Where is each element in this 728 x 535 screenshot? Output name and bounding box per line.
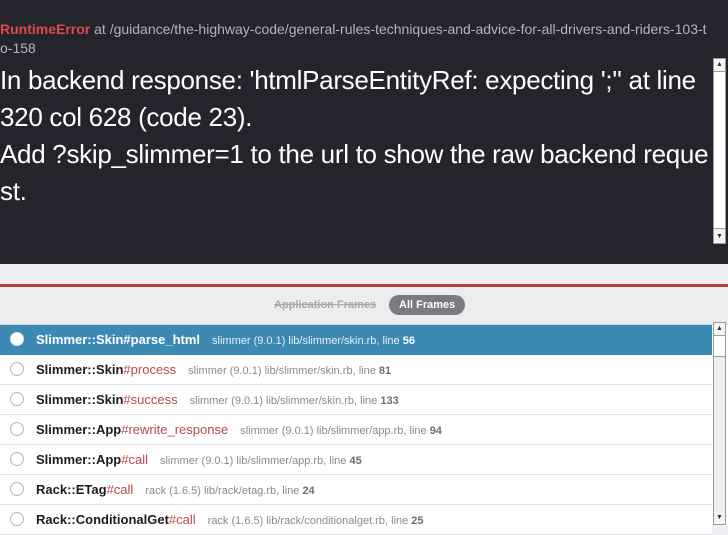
frame-line-number: 56	[402, 335, 415, 347]
frame-class: Slimmer::Skin	[36, 362, 124, 377]
frame-class: Slimmer::App	[36, 452, 122, 467]
frames-scrollbar[interactable]: ▲ ▼	[713, 322, 726, 525]
frame-class: Rack::ETag	[36, 482, 107, 497]
frame-name: Rack::ETag#call rack (1.6.5) lib/rack/eta…	[36, 482, 315, 497]
frame-location: slimmer (9.0.1) lib/slimmer/skin.rb, lin…	[188, 365, 391, 377]
frame-file: slimmer (9.0.1) lib/slimmer/app.rb, line	[159, 455, 350, 467]
frame-row[interactable]: Slimmer::App#call slimmer (9.0.1) lib/sli…	[0, 445, 712, 475]
frame-row[interactable]: Slimmer::Skin#process slimmer (9.0.1) lib…	[0, 355, 712, 385]
frame-class: Slimmer::App	[36, 422, 122, 437]
frame-file: slimmer (9.0.1) lib/slimmer/skin.rb, lin…	[188, 365, 379, 377]
frame-row[interactable]: Slimmer::App#rewrite_response slimmer (9.…	[0, 415, 712, 445]
error-header: RuntimeError at /guidance/the-highway-co…	[0, 0, 728, 264]
frame-method: #parse_html	[123, 332, 201, 347]
radio-circle-icon[interactable]	[10, 332, 24, 346]
frame-location: slimmer (9.0.1) lib/slimmer/app.rb, line…	[160, 455, 362, 467]
frame-location: rack (1.6.5) lib/rack/etag.rb, line 24	[145, 485, 314, 497]
error-path: at /guidance/the-highway-code/general-ru…	[0, 21, 707, 56]
radio-circle-icon[interactable]	[10, 362, 24, 376]
frame-method: #call	[121, 452, 148, 467]
error-message[interactable]: In backend response: 'htmlParseEntityRef…	[0, 62, 710, 210]
frame-class: Slimmer::Skin	[36, 332, 124, 347]
frame-name: Slimmer::Skin#parse_html slimmer (9.0.1) …	[36, 332, 415, 347]
frame-file: slimmer (9.0.1) lib/slimmer/skin.rb, lin…	[212, 335, 403, 347]
radio-circle-icon[interactable]	[10, 482, 24, 496]
frame-line-number: 24	[302, 485, 315, 497]
frame-method: #rewrite_response	[121, 422, 229, 437]
frame-file: slimmer (9.0.1) lib/slimmer/skin.rb, lin…	[189, 395, 381, 407]
radio-circle-icon[interactable]	[10, 512, 24, 526]
error-message-line-1: In backend response: 'htmlParseEntityRef…	[0, 65, 696, 132]
frame-name: Slimmer::Skin#process slimmer (9.0.1) lib…	[36, 362, 391, 377]
frame-file: rack (1.6.5) lib/rack/etag.rb, line	[145, 485, 303, 497]
message-scrollbar[interactable]: ▲ ▼	[713, 58, 726, 244]
frame-line-number: 81	[378, 365, 392, 377]
frame-name: Slimmer::App#call slimmer (9.0.1) lib/sli…	[36, 452, 362, 467]
frame-line-number: 25	[411, 515, 424, 527]
frames-panel: Application Frames All Frames Slimmer::S…	[0, 284, 728, 535]
down-arrow-icon[interactable]: ▼	[714, 512, 725, 524]
radio-circle-icon[interactable]	[10, 422, 24, 436]
frame-row[interactable]: Slimmer::Skin#parse_html slimmer (9.0.1) …	[0, 325, 712, 355]
frame-file: rack (1.6.5) lib/rack/conditionalget.rb,…	[207, 515, 412, 527]
frame-method: #process	[123, 362, 177, 377]
application-frames-filter[interactable]: Application Frames	[274, 299, 376, 311]
up-arrow-icon[interactable]: ▲	[714, 59, 725, 71]
error-type: RuntimeError	[0, 21, 91, 37]
down-arrow-icon[interactable]: ▼	[714, 231, 725, 243]
frame-location: slimmer (9.0.1) lib/slimmer/skin.rb, lin…	[212, 335, 415, 347]
frame-line-number: 94	[429, 425, 442, 437]
message-scrollbar-thumb[interactable]	[714, 71, 725, 229]
up-arrow-icon[interactable]: ▲	[714, 323, 725, 335]
frame-line-number: 133	[380, 395, 399, 407]
frame-line-number: 45	[349, 455, 362, 467]
frame-method: #success	[123, 392, 178, 407]
error-location-line: RuntimeError at /guidance/the-highway-co…	[0, 20, 710, 58]
frame-name: Slimmer::App#rewrite_response slimmer (9.…	[36, 422, 442, 437]
frame-filter-bar: Application Frames All Frames	[0, 287, 728, 325]
frame-location: rack (1.6.5) lib/rack/conditionalget.rb,…	[208, 515, 424, 527]
all-frames-filter[interactable]: All Frames	[389, 295, 466, 315]
frame-row[interactable]: Slimmer::Skin#success slimmer (9.0.1) lib…	[0, 385, 712, 415]
frame-location: slimmer (9.0.1) lib/slimmer/app.rb, line…	[240, 425, 442, 437]
error-info: RuntimeError at /guidance/the-highway-co…	[0, 0, 710, 210]
frames-scrollbar-thumb[interactable]	[714, 335, 725, 357]
frame-row[interactable]: Rack::ConditionalGet#call rack (1.6.5) li…	[0, 505, 712, 535]
frame-method: #call	[106, 482, 134, 497]
frame-list: Slimmer::Skin#parse_html slimmer (9.0.1) …	[0, 325, 712, 535]
radio-circle-icon[interactable]	[10, 452, 24, 466]
frame-class: Slimmer::Skin	[36, 392, 124, 407]
frame-row[interactable]: Rack::ETag#call rack (1.6.5) lib/rack/eta…	[0, 475, 712, 505]
error-message-line-2: Add ?skip_slimmer=1 to the url to show t…	[0, 139, 709, 206]
frame-location: slimmer (9.0.1) lib/slimmer/skin.rb, lin…	[190, 395, 399, 407]
frame-file: slimmer (9.0.1) lib/slimmer/app.rb, line	[240, 425, 430, 437]
frame-name: Slimmer::Skin#success slimmer (9.0.1) lib…	[36, 392, 399, 407]
radio-circle-icon[interactable]	[10, 392, 24, 406]
